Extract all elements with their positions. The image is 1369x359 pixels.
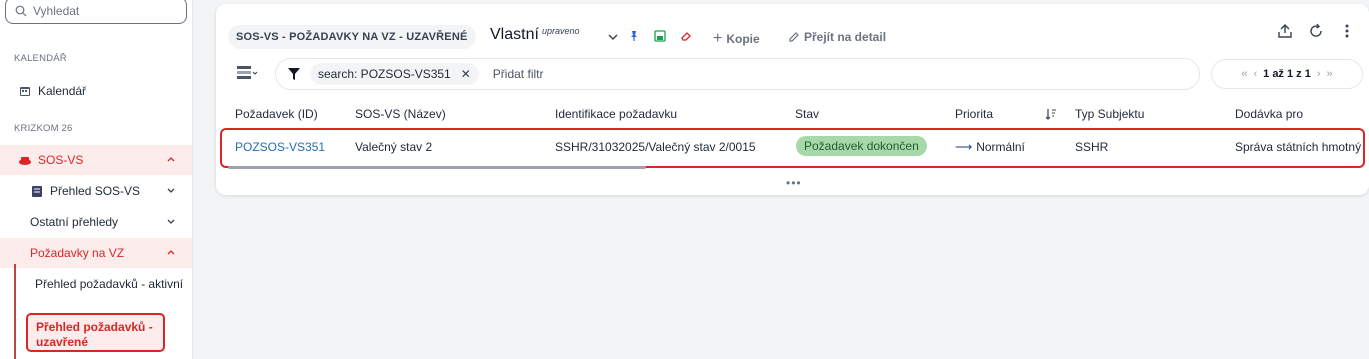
status-badge: Požadavek dokončen bbox=[796, 136, 927, 156]
add-filter-input[interactable]: Přidat filtr bbox=[493, 67, 544, 81]
horizontal-scrollbar[interactable] bbox=[228, 166, 646, 169]
copy-button-label: Kopie bbox=[726, 32, 760, 46]
search-input[interactable]: Vyhledat bbox=[5, 0, 187, 24]
column-header-ident[interactable]: Identifikace požadavku bbox=[555, 107, 677, 121]
column-header-priority[interactable]: Priorita bbox=[955, 107, 993, 121]
sidebar-item-ostatni-prehledy[interactable]: Ostatní přehledy bbox=[0, 207, 192, 237]
plus-icon: + bbox=[713, 30, 723, 47]
pencil-icon bbox=[789, 32, 799, 42]
column-header-subject[interactable]: Typ Subjektu bbox=[1075, 107, 1144, 121]
cell-supplier: Správa státních hmotný bbox=[1235, 140, 1362, 154]
cell-priority-label: Normální bbox=[976, 140, 1025, 154]
close-icon[interactable]: ✕ bbox=[461, 67, 471, 81]
refresh-icon[interactable] bbox=[1307, 22, 1325, 40]
sidebar-item-sos-vs[interactable]: SOS-VS bbox=[0, 145, 192, 175]
document-icon bbox=[30, 184, 44, 198]
sidebar-item-label: SOS-VS bbox=[38, 153, 84, 167]
go-to-detail-label: Přejít na detail bbox=[804, 30, 887, 44]
chevron-down-icon bbox=[167, 188, 175, 193]
column-header-name[interactable]: SOS-VS (Název) bbox=[355, 107, 446, 121]
view-name[interactable]: Vlastní bbox=[490, 26, 539, 44]
sidebar-item-prehled-aktivni[interactable]: Přehled požadavků - aktivní bbox=[35, 276, 185, 292]
chevron-down-icon bbox=[167, 219, 175, 224]
sidebar-item-prehled-uzavrene[interactable]: Přehled požadavků - uzavřené bbox=[26, 313, 165, 352]
pagination: « ‹ 1 až 1 z 1 › » bbox=[1211, 59, 1363, 89]
column-header-supplier[interactable]: Dodávka pro bbox=[1235, 107, 1303, 121]
arrow-right-icon: ⟶ bbox=[955, 140, 973, 154]
calendar-icon bbox=[18, 84, 32, 98]
chevron-up-icon bbox=[167, 157, 175, 162]
last-page-icon[interactable]: » bbox=[1327, 68, 1333, 80]
cell-priority: ⟶ Normální bbox=[955, 140, 1025, 154]
save-icon[interactable] bbox=[653, 29, 667, 43]
pagination-label: 1 až 1 z 1 bbox=[1263, 68, 1311, 80]
copy-button[interactable]: + Kopie bbox=[713, 30, 760, 48]
filter-chip[interactable]: search: POZSOS-VS351 ✕ bbox=[310, 63, 479, 85]
cell-subject: SSHR bbox=[1075, 140, 1109, 154]
main-card: SOS-VS - POŽADAVKY NA VZ - UZAVŘENÉ Vlas… bbox=[216, 4, 1369, 195]
eraser-icon[interactable] bbox=[679, 29, 693, 43]
cell-ident: SSHR/31032025/Valečný stav 2/0015 bbox=[555, 140, 756, 154]
section-label-krizkom: KRIZKOM 26 bbox=[14, 123, 73, 134]
sidebar: Vyhledat KALENDÁŘ Kalendář KRIZKOM 26 SO… bbox=[0, 0, 193, 359]
sort-icon[interactable] bbox=[1045, 108, 1057, 123]
sidebar-item-label: Požadavky na VZ bbox=[30, 246, 125, 260]
next-page-icon[interactable]: › bbox=[1317, 68, 1321, 80]
prev-page-icon[interactable]: ‹ bbox=[1253, 68, 1257, 80]
sidebar-item-prehled-sos-vs[interactable]: Přehled SOS-VS bbox=[0, 176, 192, 206]
pin-icon[interactable] bbox=[627, 29, 641, 43]
sidebar-item-calendar[interactable]: Kalendář bbox=[0, 76, 192, 106]
section-label-calendar: KALENDÁŘ bbox=[14, 53, 67, 64]
sidebar-item-label: Přehled SOS-VS bbox=[50, 184, 141, 198]
sidebar-item-pozadavky-na-vz[interactable]: Požadavky na VZ bbox=[0, 238, 192, 268]
sidebar-item-label: Ostatní přehledy bbox=[30, 215, 119, 229]
filter-icon bbox=[288, 68, 300, 80]
page-title: SOS-VS - POŽADAVKY NA VZ - UZAVŘENÉ bbox=[228, 25, 476, 49]
column-header-status[interactable]: Stav bbox=[795, 107, 819, 121]
view-modified-label: upraveno bbox=[542, 26, 580, 36]
column-header-id[interactable]: Požadavek (ID) bbox=[235, 107, 318, 121]
cell-name: Valečný stav 2 bbox=[355, 140, 433, 154]
search-placeholder: Vyhledat bbox=[33, 3, 80, 18]
submenu-indicator-line bbox=[14, 264, 16, 359]
sidebar-item-label: Kalendář bbox=[38, 84, 87, 98]
group-by-icon[interactable] bbox=[236, 64, 258, 82]
cell-id-link[interactable]: POZSOS-VS351 bbox=[235, 140, 325, 154]
filter-chip-label: search: POZSOS-VS351 bbox=[318, 67, 451, 81]
go-to-detail-button[interactable]: Přejít na detail bbox=[788, 30, 886, 44]
more-vertical-icon[interactable] bbox=[1338, 22, 1356, 40]
filter-bar[interactable]: search: POZSOS-VS351 ✕ Přidat filtr bbox=[275, 58, 1200, 90]
more-horizontal-icon[interactable]: ••• bbox=[786, 176, 802, 190]
sos-vs-icon bbox=[18, 153, 32, 167]
chevron-up-icon bbox=[167, 250, 175, 255]
export-icon[interactable] bbox=[1276, 22, 1294, 40]
first-page-icon[interactable]: « bbox=[1241, 68, 1247, 80]
search-icon bbox=[15, 5, 27, 16]
view-dropdown-chevron-icon[interactable] bbox=[606, 30, 620, 44]
